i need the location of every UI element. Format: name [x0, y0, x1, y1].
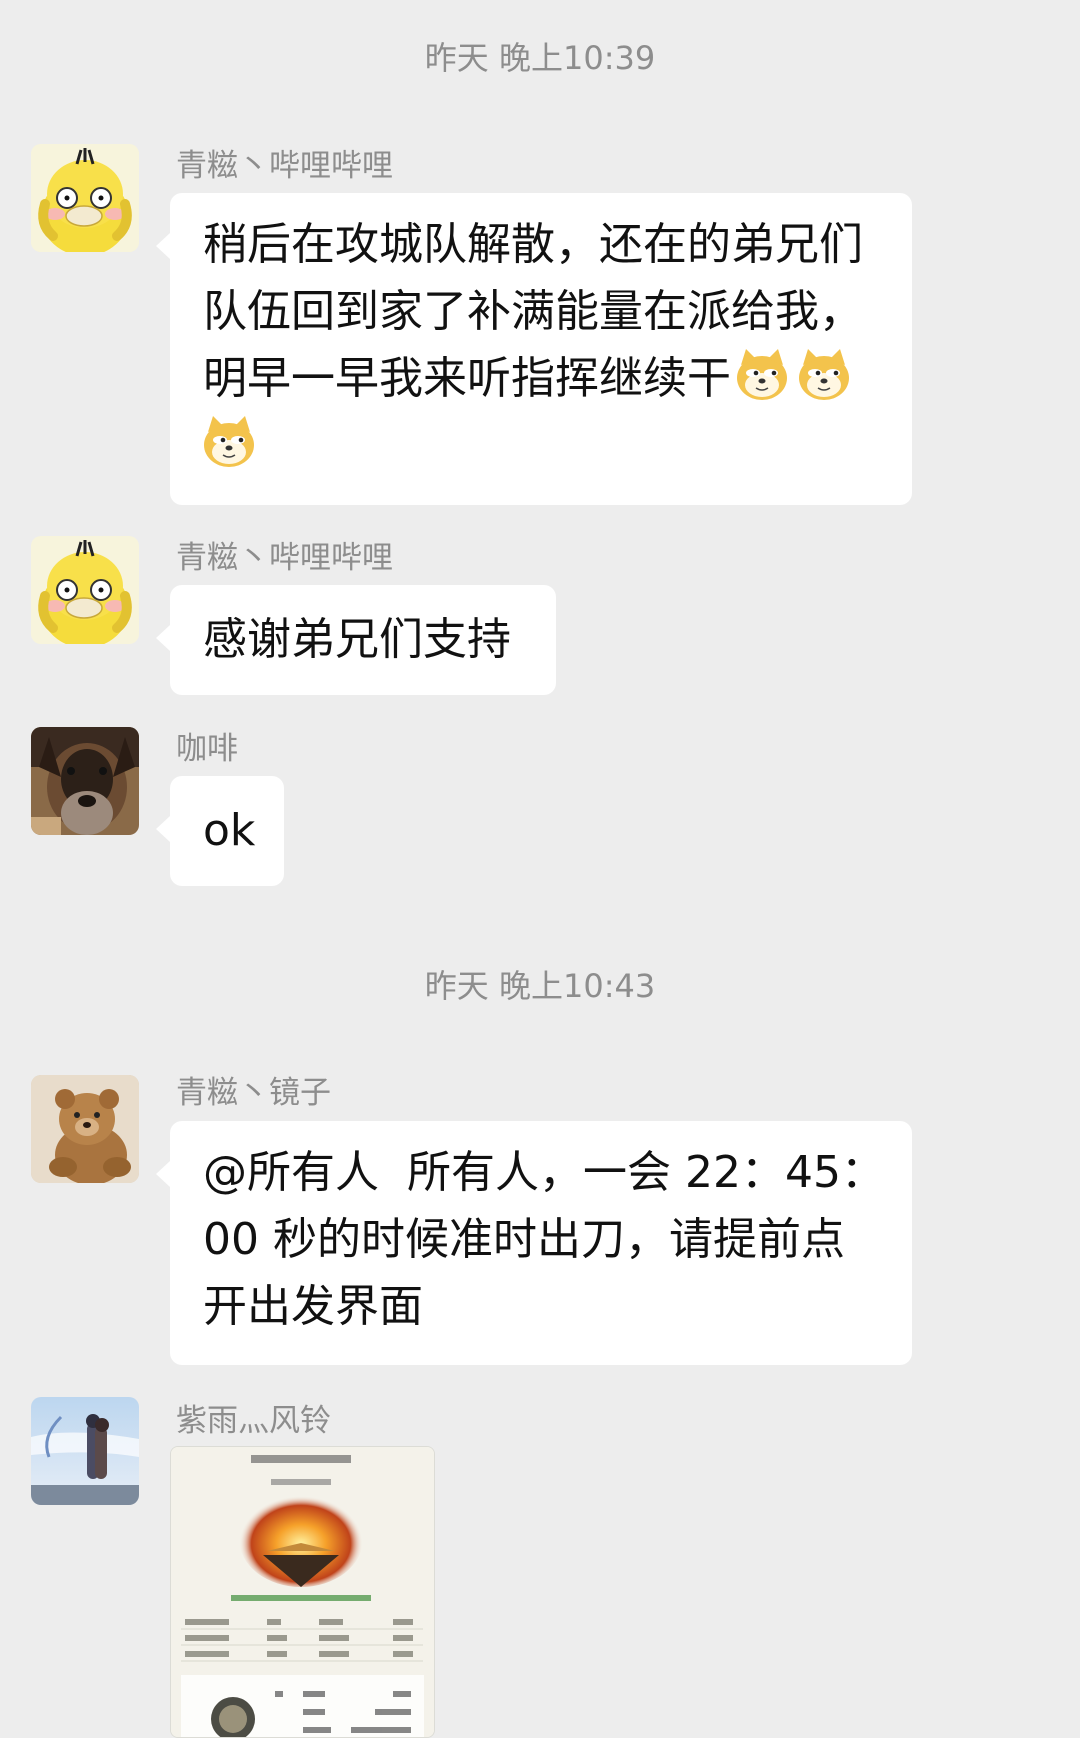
sender-name: 紫雨灬风铃: [176, 1403, 331, 1439]
psyduck-avatar[interactable]: [31, 536, 139, 644]
message-text: 00 秒的时候准时出刀，请提前点: [203, 1214, 845, 1265]
psyduck-avatar[interactable]: [31, 144, 139, 252]
message-text: 队伍回到家了补满能量在派给我，: [203, 286, 863, 337]
timestamp: 昨天 晚上10:43: [424, 967, 656, 1005]
timestamp: 昨天 晚上10:39: [424, 39, 656, 77]
message-bubble[interactable]: @所有人 所有人，一会 22：45： 00 秒的时候准时出刀，请提前点 开出发界…: [156, 1121, 912, 1365]
message-text: ok: [203, 805, 256, 856]
message-text: 感谢弟兄们支持: [203, 614, 511, 665]
message-text: 稍后在攻城队解散，还在的弟兄们: [203, 219, 863, 270]
dog-avatar[interactable]: [31, 727, 139, 835]
message-bubble[interactable]: 感谢弟兄们支持: [156, 585, 556, 695]
message-bubble[interactable]: ok: [156, 776, 284, 886]
sender-name: 青糍丶哔哩哔哩: [176, 540, 393, 576]
anime-couple-avatar[interactable]: [31, 1397, 139, 1505]
doge-emoji-icon: [201, 414, 257, 470]
sender-name: 咖啡: [176, 731, 238, 767]
sender-name: 青糍丶镜子: [176, 1075, 331, 1111]
message-text: 明早一早我来听指挥继续干: [203, 353, 731, 404]
message-text: 开出发界面: [203, 1281, 423, 1332]
game-screenshot-image[interactable]: [170, 1446, 435, 1738]
doge-emoji-icon: [734, 347, 790, 403]
teddy-bear-avatar[interactable]: [31, 1075, 139, 1183]
message-text: @所有人 所有人，一会 22：45：: [203, 1147, 885, 1198]
doge-emoji-icon: [796, 347, 852, 403]
chat-view[interactable]: 昨天 晚上10:39 青糍丶哔哩哔哩 稍后在攻城队解散，还在的弟兄们 队伍回到家…: [0, 0, 1080, 1738]
message-bubble[interactable]: 稍后在攻城队解散，还在的弟兄们 队伍回到家了补满能量在派给我， 明早一早我来听指…: [156, 193, 912, 505]
sender-name: 青糍丶哔哩哔哩: [176, 148, 393, 184]
